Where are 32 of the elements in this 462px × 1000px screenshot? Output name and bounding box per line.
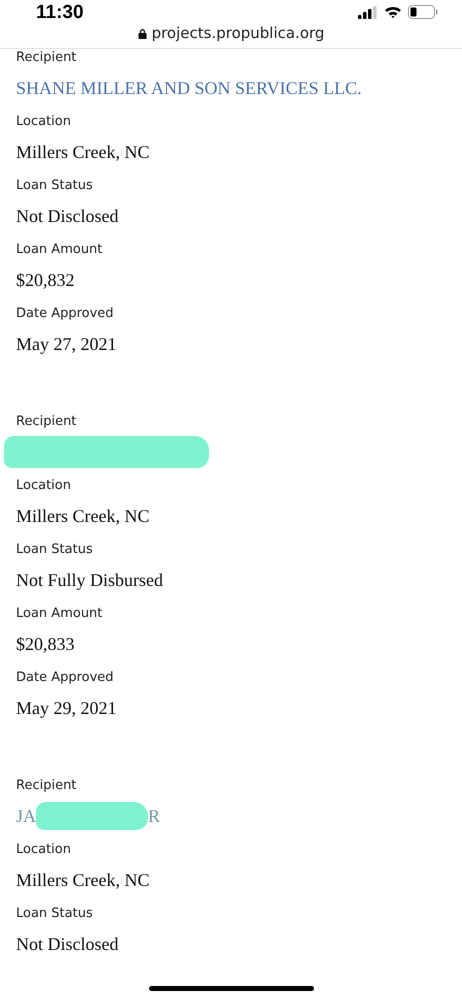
field-value: May 27, 2021 (16, 333, 118, 356)
field-label: Recipient (16, 777, 78, 795)
field-value: $20,832 (16, 269, 76, 292)
wifi-icon (384, 5, 402, 19)
recipient-link[interactable]: R (148, 799, 160, 833)
signal-icon (358, 6, 378, 18)
field-value: May 29, 2021 (16, 697, 118, 720)
recipient-link[interactable]: SHANE MILLER AND SON SERVICES LLC. (16, 71, 362, 105)
field-value: $20,833 (16, 633, 76, 656)
lock-icon (138, 28, 147, 38)
field-label: Loan Amount (16, 605, 104, 623)
recipient-link[interactable]: JA (16, 799, 36, 833)
field-label: Loan Amount (16, 241, 104, 259)
field-value: Millers Creek, NC (16, 141, 150, 164)
address-url[interactable]: projects.propublica.org (152, 24, 324, 42)
field-value: Not Disclosed (16, 205, 120, 228)
field-label: Location (16, 113, 72, 131)
field-label: Loan Status (16, 541, 94, 559)
field-label: Recipient (16, 413, 78, 431)
field-label: Recipient (16, 49, 78, 67)
field-label: Location (16, 841, 72, 859)
status-time: 11:30 (36, 1, 84, 24)
field-value: Millers Creek, NC (16, 869, 150, 892)
field-value: Not Disclosed (16, 933, 120, 956)
field-value: Millers Creek, NC (16, 505, 150, 528)
field-label: Location (16, 477, 72, 495)
field-label: Date Approved (16, 305, 115, 323)
field-value: Not Fully Disbursed (16, 569, 164, 592)
field-label: Loan Status (16, 177, 94, 195)
field-label: Date Approved (16, 669, 115, 687)
field-label: Loan Status (16, 905, 94, 923)
battery-icon (408, 5, 438, 19)
